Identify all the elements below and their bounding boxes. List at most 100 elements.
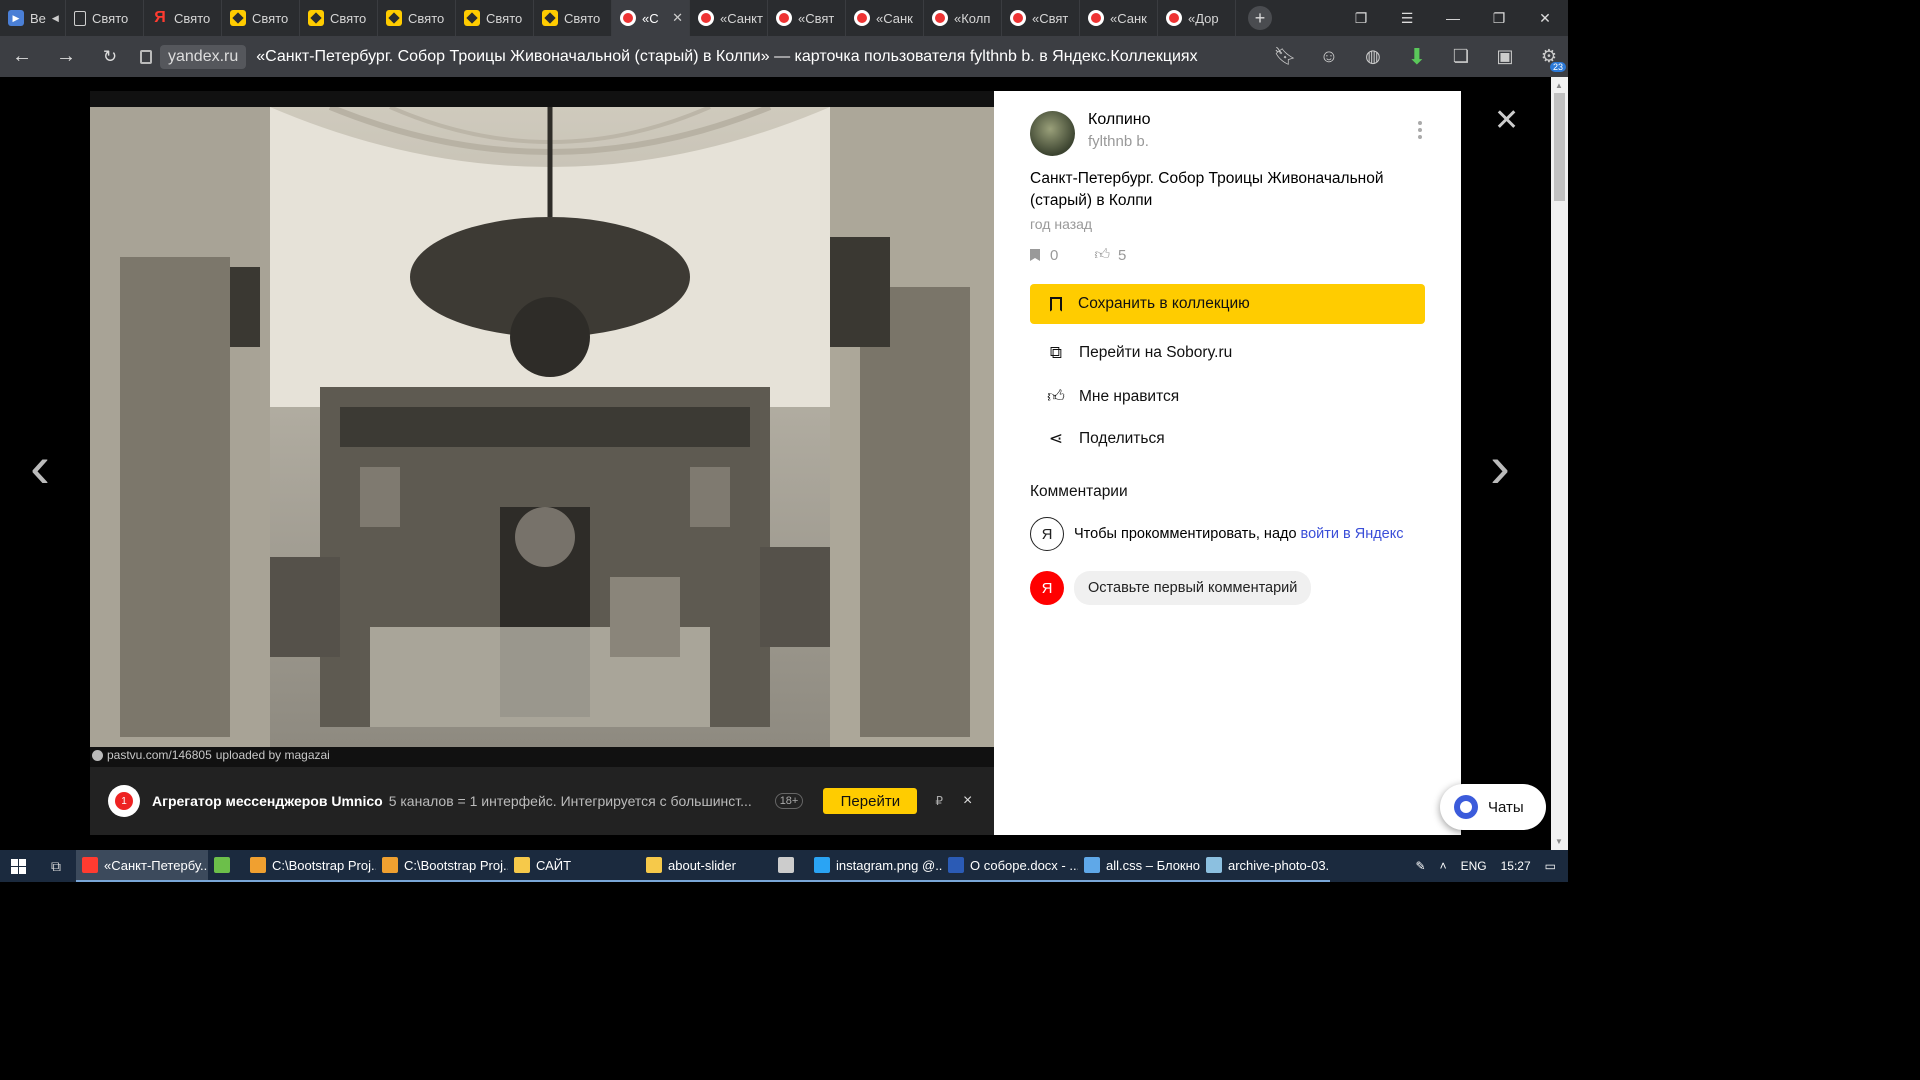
system-tray: ✎ ˄ ENG 15:27 ▭	[1416, 850, 1568, 882]
church-interior-photo	[90, 107, 994, 747]
browser-tab[interactable]: Свято	[534, 0, 612, 36]
lock-icon[interactable]	[140, 49, 152, 64]
photo-illustration	[90, 107, 994, 747]
scrollbar[interactable]: ▲ ▼	[1551, 77, 1568, 850]
card-title: Санкт-Петербург. Собор Троицы Живоначаль…	[1030, 170, 1384, 209]
reload-icon[interactable]: ↻	[88, 47, 132, 67]
clock[interactable]: 15:27	[1501, 859, 1531, 873]
task-view-icon[interactable]: ⧉	[36, 858, 76, 875]
taskbar-item[interactable]	[772, 850, 808, 882]
scroll-up-icon[interactable]: ▲	[1555, 81, 1563, 90]
restore-icon[interactable]: ❐	[1476, 10, 1522, 27]
browser-tab[interactable]: Свято	[378, 0, 456, 36]
taskbar-item[interactable]: all.css – Блокнот	[1078, 850, 1200, 882]
minimize-icon[interactable]: —	[1430, 10, 1476, 26]
like-button[interactable]: 👍︎ Мне нравится	[1046, 386, 1179, 407]
calendar-icon[interactable]: ▣	[1494, 46, 1516, 68]
browser-tab[interactable]: «Санк	[846, 0, 924, 36]
viewer-stage: ‹ › ✕ pastvu.com/146805 uploaded by maga…	[0, 77, 1568, 850]
tray-arrow-icon[interactable]: ˄	[1440, 859, 1447, 873]
taskbar-item[interactable]: «Санкт-Петербу...	[76, 850, 208, 882]
app-icon	[82, 857, 98, 873]
browser-tab[interactable]: «Санк	[1080, 0, 1158, 36]
ad-go-button[interactable]: Перейти	[823, 788, 918, 814]
browser-tab[interactable]: Свято	[66, 0, 144, 36]
taskbar-item-label: instagram.png @...	[836, 857, 942, 873]
tab-label: «Санкт	[720, 10, 763, 26]
first-comment-input[interactable]: Оставьте первый комментарий	[1074, 571, 1312, 605]
url-field[interactable]: yandex.ru «Санкт-Петербург. Собор Троицы…	[140, 42, 1198, 72]
menu-icon[interactable]: ☰	[1384, 10, 1430, 27]
next-arrow-icon[interactable]: ›	[1490, 437, 1510, 497]
previous-arrow-icon[interactable]: ‹	[30, 437, 50, 497]
page-title[interactable]: «Санкт-Петербург. Собор Троицы Живоначал…	[256, 48, 1197, 66]
forward-icon[interactable]: →	[44, 45, 88, 68]
browser-tab[interactable]: «Свят	[768, 0, 846, 36]
browser-tab[interactable]: «Колп	[924, 0, 1002, 36]
collection-owner[interactable]: Колпино	[1088, 111, 1151, 129]
speaker-icon[interactable]: ◀︎	[52, 13, 59, 24]
taskbar-item[interactable]: САЙТ	[508, 850, 640, 882]
address-bar: ← → ↻ yandex.ru «Санкт-Петербург. Собор …	[0, 36, 1568, 77]
browser-tab[interactable]: «Дор	[1158, 0, 1236, 36]
back-icon[interactable]: ←	[0, 45, 44, 68]
scroll-down-icon[interactable]: ▼	[1555, 837, 1563, 846]
chats-button[interactable]: Чаты	[1440, 784, 1546, 830]
taskbar-item[interactable]	[208, 850, 244, 882]
photo-source-link[interactable]: pastvu.com/146805	[107, 748, 212, 762]
open-source-button[interactable]: ⧉ Перейти на Sobory.ru	[1046, 343, 1232, 363]
taskbar-item[interactable]: instagram.png @...	[808, 850, 942, 882]
close-window-icon[interactable]: ✕	[1522, 10, 1568, 27]
windows-start-icon[interactable]	[0, 850, 36, 882]
download-icon[interactable]: ⬇	[1406, 44, 1428, 69]
more-options-icon[interactable]	[1418, 121, 1424, 139]
app-icon	[948, 857, 964, 873]
collections-red-icon	[698, 10, 714, 26]
share-button[interactable]: ⋖ Поделиться	[1046, 429, 1165, 449]
collections-red-icon	[776, 10, 792, 26]
comments-heading: Комментарии	[1030, 483, 1128, 500]
save-to-collection-button[interactable]: Сохранить в коллекцию	[1030, 284, 1425, 324]
ad-currency-icon[interactable]: ₽	[935, 794, 943, 808]
login-link[interactable]: войти в Яндекс	[1301, 526, 1404, 542]
browser-tab[interactable]: Я Свято	[144, 0, 222, 36]
taskbar-item[interactable]: О соборе.docx - ...	[942, 850, 1078, 882]
scrollbar-thumb[interactable]	[1554, 93, 1565, 201]
app-icon	[214, 857, 230, 873]
bookmark-icon[interactable]: 🔖︎	[1274, 46, 1297, 68]
browser-tab[interactable]: ▶ Ве ◀︎	[0, 0, 66, 36]
browser-tab[interactable]: Свято	[456, 0, 534, 36]
ad-title[interactable]: Агрегатор мессенджеров Umnico	[152, 793, 383, 809]
taskbar-item[interactable]: C:\Bootstrap Proj...	[244, 850, 376, 882]
taskbar-item[interactable]: C:\Bootstrap Proj...	[376, 850, 508, 882]
globe-icon[interactable]: ◍	[1362, 46, 1384, 68]
tab-label: «Свят	[798, 10, 835, 26]
browser-tab[interactable]: «Свят	[1002, 0, 1080, 36]
new-tab-icon[interactable]: +	[1248, 6, 1272, 30]
browser-tab[interactable]: Свято	[222, 0, 300, 36]
ad-text[interactable]: 5 каналов = 1 интерфейс. Интегрируется с…	[389, 793, 767, 809]
profile-icon[interactable]: ☺	[1318, 46, 1340, 68]
browser-tab[interactable]: «Санкт	[690, 0, 768, 36]
avatar[interactable]	[1030, 111, 1075, 156]
close-viewer-icon[interactable]: ✕	[1494, 103, 1519, 138]
close-tab-icon[interactable]: ✕	[672, 10, 683, 26]
document-icon	[74, 10, 86, 26]
play-icon: ▶	[8, 10, 24, 26]
pen-icon[interactable]: ✎	[1416, 859, 1426, 873]
extension-icon[interactable]: ⚙ 23	[1538, 46, 1566, 72]
ad-close-button[interactable]: ×	[963, 792, 972, 810]
yandex-logo-icon: Я	[1030, 517, 1064, 551]
url-domain[interactable]: yandex.ru	[160, 44, 247, 69]
username[interactable]: fylthnb b.	[1088, 133, 1149, 150]
collections-panel-icon[interactable]: ❏	[1450, 46, 1472, 68]
language-indicator[interactable]: ENG	[1461, 859, 1487, 873]
tab-label: «Санк	[1110, 10, 1147, 26]
notifications-icon[interactable]: ▭	[1545, 859, 1556, 873]
browser-tab[interactable]: «С ✕	[612, 0, 690, 36]
app-icon	[250, 857, 266, 873]
taskbar-item[interactable]: archive-photo-03...	[1200, 850, 1330, 882]
taskbar-item[interactable]: about-slider	[640, 850, 772, 882]
browser-tab[interactable]: Свято	[300, 0, 378, 36]
tab-manager-icon[interactable]: ❐	[1338, 10, 1384, 27]
